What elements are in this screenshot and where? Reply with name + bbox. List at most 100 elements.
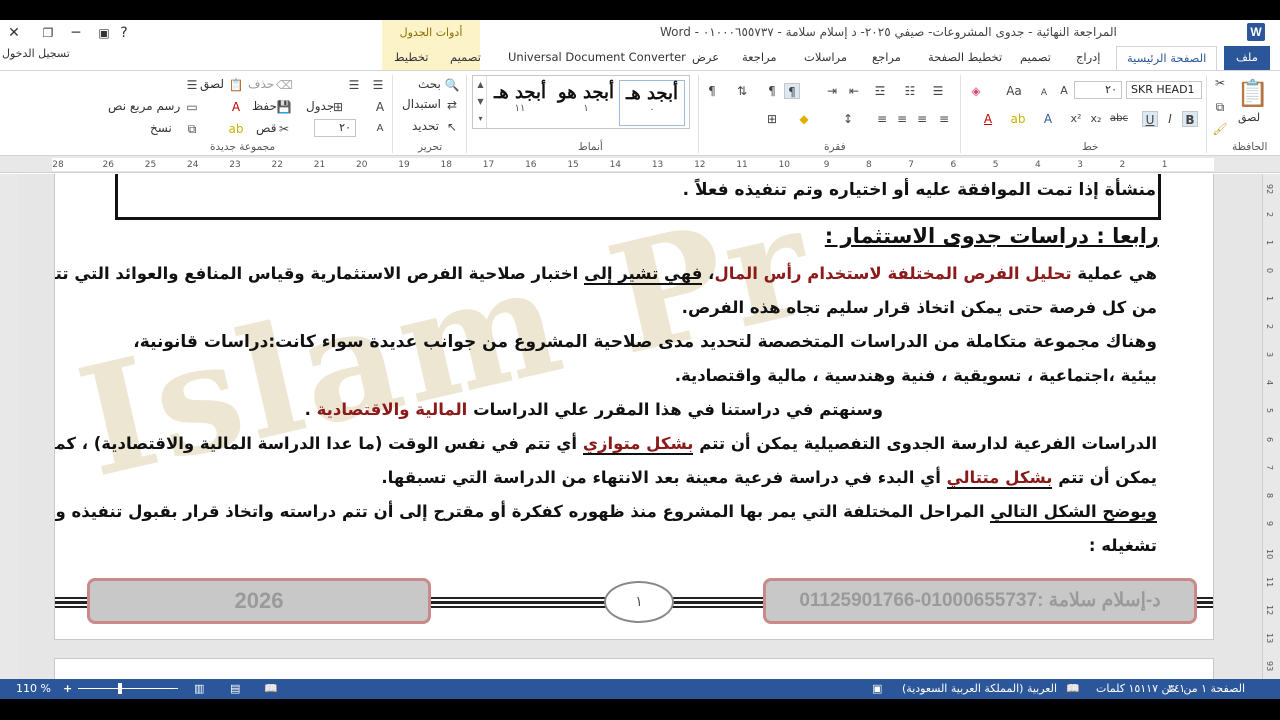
select-icon[interactable]: ↖ [444,119,460,135]
decrease-indent-icon[interactable]: ⇤ [846,83,862,99]
save-icon[interactable]: 💾 [276,99,292,115]
list-icon[interactable]: ☰ [370,77,386,93]
section-heading[interactable]: رابعا : دراسات جدوى الاستثمار : [825,224,1159,248]
web-layout-icon[interactable]: ▥ [194,682,204,695]
font-size-combo-2[interactable]: ٢٠ [314,119,356,137]
paste-small-icon[interactable]: 📋 [228,77,244,93]
zoom-slider-thumb[interactable] [118,683,122,694]
shading-icon[interactable]: ◆ [796,111,812,127]
next-page[interactable] [54,658,1214,679]
tab-table-layout[interactable]: تخطيط [394,50,428,64]
strikethrough-button[interactable]: abc [1108,111,1130,127]
copy-icon-2[interactable]: ⧉ [184,121,200,137]
tab-page-layout[interactable]: تخطيط الصفحة [928,50,1002,64]
shrink-font-icon[interactable]: A [1036,85,1052,101]
cut-button[interactable]: قص [256,121,276,135]
list-icon[interactable]: ☰ [184,77,200,93]
paragraph-4-line-2[interactable]: يمكن أن تتم بشكل متتالي أي البدء في دراس… [381,468,1157,489]
line-spacing-icon[interactable]: ↕ [840,111,856,127]
justify-icon[interactable]: ≡ [874,111,890,127]
delete-button[interactable]: حذف [248,77,274,91]
textbox-icon[interactable]: ▭ [184,99,200,115]
rtl-direction-icon[interactable]: ¶ [784,83,800,99]
ribbon-display-options-button[interactable]: ▣ [94,23,114,43]
ltr-direction-icon[interactable]: ¶ [764,83,780,99]
grow-font-icon[interactable]: A [1056,83,1072,99]
align-right-icon[interactable]: ≡ [936,111,952,127]
language-indicator[interactable]: العربية (المملكة العربية السعودية) [902,682,1057,695]
tab-table-design[interactable]: تصميم [450,50,481,64]
read-mode-icon[interactable]: 📖 [264,682,278,695]
paragraph-5-line-2[interactable]: تشغيله : [1089,536,1157,555]
tab-insert[interactable]: إدراج [1076,50,1101,64]
scissors-icon[interactable]: ✂ [276,121,292,137]
font-color-icon[interactable]: A [980,111,996,127]
highlight-color-icon[interactable]: ab [1010,111,1026,127]
restore-window-button[interactable]: ❐ [38,23,58,43]
tab-view[interactable]: عرض [692,50,719,64]
tab-mailings[interactable]: مراسلات [804,50,847,64]
macro-record-icon[interactable]: ▣ [872,682,882,695]
align-left-icon[interactable]: ≡ [894,111,910,127]
document-page[interactable]: Islam Pr منشأة إذا تمت الموافقة عليه أو … [54,174,1214,640]
paragraph-1-line-2[interactable]: من كل فرصة حتى يمكن اتخاذ قرار سليم تجاه… [682,298,1157,317]
replace-button[interactable]: استبدال [402,97,441,111]
tab-file[interactable]: ملف [1224,46,1270,70]
zoom-level[interactable]: 110 % [16,682,51,695]
paragraph-4-line-1[interactable]: الدراسات الفرعية لدارسة الجدوى التفصيلية… [55,434,1157,455]
zoom-slider-track[interactable] [78,688,174,689]
eraser-icon[interactable]: ⌫ [276,77,293,93]
tab-references[interactable]: مراجع [872,50,901,64]
style-item-normal[interactable]: أبجد هـ ٠ [619,80,685,126]
list-icon[interactable]: ☰ [346,77,362,93]
italic-button[interactable]: I [1162,111,1178,127]
align-center-icon[interactable]: ≡ [914,111,930,127]
paragraph-1-line-1[interactable]: هي عملية تحليل الفرص المختلفة لاستخدام ر… [55,264,1157,285]
bold-button[interactable]: B [1182,111,1198,127]
minimize-window-button[interactable]: ─ [66,23,86,43]
superscript-button[interactable]: x² [1068,111,1084,127]
save-button[interactable]: حفظ [252,99,277,113]
select-button[interactable]: تحديد [412,119,439,133]
clear-formatting-icon[interactable]: ◈ [968,83,984,99]
cut-icon[interactable]: ✂ [1212,75,1228,91]
show-marks-icon[interactable]: ¶ [704,83,720,99]
box-last-line[interactable]: منشأة إذا تمت الموافقة عليه أو اختياره و… [683,180,1156,200]
bullets-icon[interactable]: ☰ [930,83,946,99]
font-color-icon-2[interactable]: A [228,99,244,115]
text-effects-icon[interactable]: A [1040,111,1056,127]
copy-button[interactable]: نسخ [150,121,172,135]
horizontal-ruler[interactable]: 28 26 25 24 23 22 21 20 19 18 17 16 15 14 13 12 11 10 9 8 7 6… [0,156,1280,173]
tab-home[interactable]: الصفحة الرئيسية [1116,46,1218,70]
print-layout-icon[interactable]: ▤ [230,682,240,695]
tab-design[interactable]: تصميم [1020,50,1051,64]
paragraph-3[interactable]: وسنهتم في دراستنا في هذا المقرر علي الدر… [305,400,883,419]
font-name-combo[interactable]: SKR HEAD1 [1126,81,1202,99]
find-icon[interactable]: 🔍 [444,77,460,93]
zoom-in-button[interactable]: + [63,682,72,695]
paste-label[interactable]: لصق [1238,111,1260,124]
change-case-icon[interactable]: Aa [1006,83,1022,99]
copy-icon[interactable]: ⧉ [1212,99,1228,115]
find-button[interactable]: بحث [418,77,441,91]
borders-icon[interactable]: ⊞ [764,111,780,127]
table-button[interactable]: جدول [306,99,334,113]
font-size-combo[interactable]: ٢٠ [1074,81,1122,99]
vertical-ruler[interactable]: 92 2 1 0 1 2 3 4 5 6 7 8 9 10 11 12 13 93 [1262,174,1280,679]
underline-button[interactable]: U [1142,111,1158,127]
draw-textbox-button[interactable]: رسم مربع نص [108,99,180,113]
shrink-font-icon[interactable]: A [372,121,388,137]
style-item-11[interactable]: أبجد هـ ١١ [487,80,553,126]
paste-small-button[interactable]: لصق [200,77,224,91]
replace-icon[interactable]: ⇄ [444,97,460,113]
paragraph-5-line-1[interactable]: ويوضح الشكل التالي المراحل المختلفة التي… [55,502,1157,523]
grow-font-icon[interactable]: A [372,99,388,115]
multilevel-list-icon[interactable]: ☲ [872,83,888,99]
tab-universal-document-converter[interactable]: Universal Document Converter [508,50,686,64]
paragraph-2-line-1[interactable]: وهناك مجموعة متكاملة من الدراسات المتخصص… [133,332,1157,352]
sign-in-link[interactable]: تسجيل الدخول [2,47,70,60]
document-canvas[interactable]: Islam Pr منشأة إذا تمت الموافقة عليه أو … [18,174,1262,679]
proofing-icon[interactable]: 📖 [1066,682,1080,695]
paragraph-2-line-2[interactable]: بيئية ،اجتماعية ، تسويقية ، فنية وهندسية… [675,366,1157,385]
paste-icon[interactable]: 📋 [1236,77,1270,111]
